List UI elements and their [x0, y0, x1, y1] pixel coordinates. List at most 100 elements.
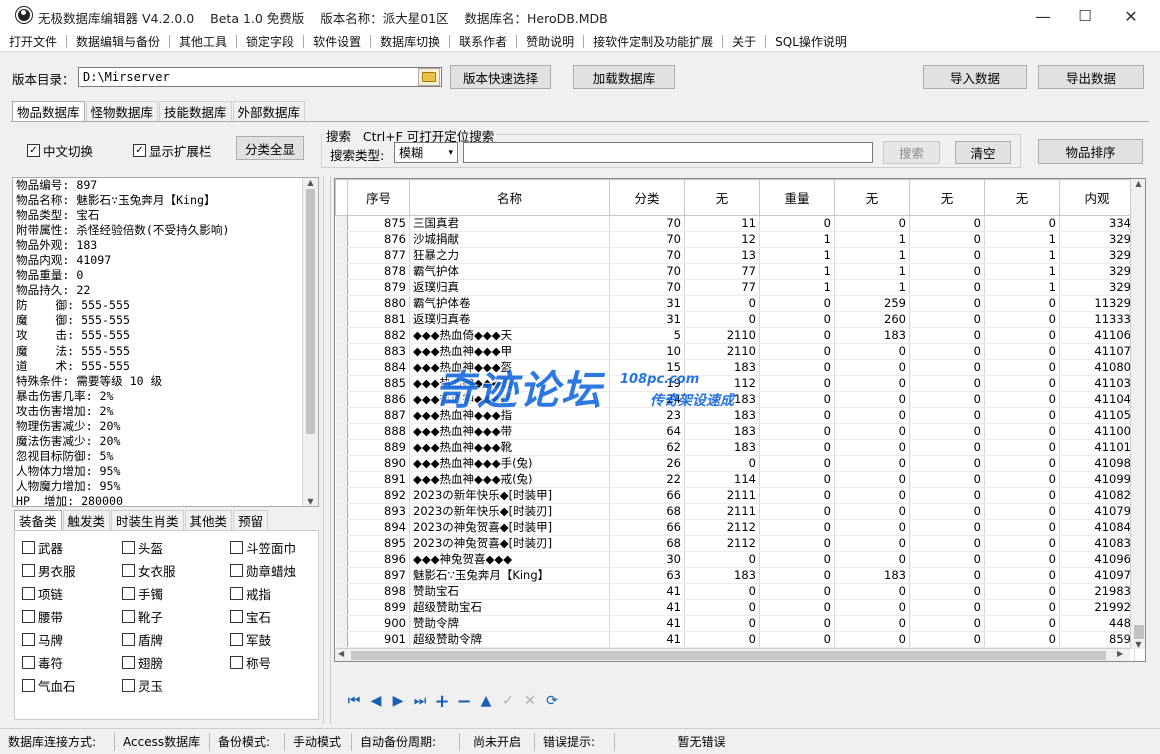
row-indicator[interactable]	[335, 215, 348, 232]
table-row[interactable]: 877 狂暴之力 70 13 1 1 0 1 329	[335, 247, 1135, 264]
table-cell[interactable]: 70	[609, 279, 685, 296]
category-checkbox[interactable]: 戒指	[230, 584, 271, 603]
table-cell[interactable]: 875	[347, 215, 410, 232]
row-indicator[interactable]	[335, 599, 348, 616]
column-header[interactable]: 序号	[347, 179, 410, 216]
category-checkbox[interactable]: 宝石	[230, 607, 271, 626]
table-cell[interactable]: 0	[984, 535, 1060, 552]
table-cell[interactable]: 0	[834, 631, 910, 648]
table-cell[interactable]: 0	[684, 455, 760, 472]
table-cell[interactable]: 0	[984, 311, 1060, 328]
table-cell[interactable]: 41100	[1059, 423, 1135, 440]
table-row[interactable]: 890 ◆◆◆热血神◆◆◆手(兔) 26 0 0 0 0 0 41098	[335, 455, 1135, 472]
table-cell[interactable]: 0	[684, 551, 760, 568]
table-cell[interactable]: 1	[984, 231, 1060, 248]
table-cell[interactable]: 0	[834, 455, 910, 472]
table-cell[interactable]: 0	[759, 295, 835, 312]
table-cell[interactable]: 0	[759, 599, 835, 616]
table-cell[interactable]: 超级赞助令牌	[409, 631, 610, 648]
table-cell[interactable]: 899	[347, 599, 410, 616]
table-row[interactable]: 880 霸气护体卷 31 0 0 259 0 0 11329	[335, 295, 1135, 312]
scroll-up-icon[interactable]: ▲	[303, 178, 318, 187]
table-cell[interactable]: 41097	[1059, 567, 1135, 584]
menu-item-10[interactable]: SQL操作说明	[766, 33, 856, 50]
table-cell[interactable]: 898	[347, 583, 410, 600]
column-header[interactable]: 无	[834, 179, 910, 216]
table-cell[interactable]: 0	[759, 359, 835, 376]
table-cell[interactable]: 0	[834, 551, 910, 568]
table-cell[interactable]: 0	[984, 391, 1060, 408]
table-cell[interactable]: 0	[909, 375, 985, 392]
category-checkbox[interactable]: 盾牌	[122, 630, 163, 649]
table-cell[interactable]: 1	[759, 231, 835, 248]
table-cell[interactable]: 0	[984, 439, 1060, 456]
table-cell[interactable]: 1	[984, 247, 1060, 264]
table-row[interactable]: 899 超级赞助宝石 41 0 0 0 0 0 21992	[335, 599, 1135, 616]
table-cell[interactable]: 0	[759, 567, 835, 584]
table-cell[interactable]: 41080	[1059, 359, 1135, 376]
table-cell[interactable]: 1	[834, 247, 910, 264]
search-button[interactable]: 搜索	[883, 141, 940, 164]
column-header[interactable]: 名称	[409, 179, 610, 216]
table-cell[interactable]: 0	[984, 631, 1060, 648]
table-cell[interactable]: 0	[909, 551, 985, 568]
row-indicator[interactable]	[335, 359, 348, 376]
table-cell[interactable]: 0	[684, 615, 760, 632]
table-cell[interactable]: 41105	[1059, 407, 1135, 424]
table-cell[interactable]: 0	[759, 503, 835, 520]
table-cell[interactable]: 0	[909, 407, 985, 424]
table-cell[interactable]: 0	[909, 311, 985, 328]
table-cell[interactable]: 70	[609, 247, 685, 264]
category-checkbox[interactable]: 灵玉	[122, 676, 163, 695]
table-cell[interactable]: 183	[834, 567, 910, 584]
table-cell[interactable]: 0	[834, 391, 910, 408]
table-cell[interactable]: 21992	[1059, 599, 1135, 616]
category-checkbox[interactable]: 头盔	[122, 538, 163, 557]
table-cell[interactable]: 0	[984, 375, 1060, 392]
menu-item-3[interactable]: 锁定字段	[237, 33, 303, 50]
menu-item-1[interactable]: 数据编辑与备份	[67, 33, 169, 50]
table-cell[interactable]: 894	[347, 519, 410, 536]
table-cell[interactable]: 0	[684, 583, 760, 600]
table-cell[interactable]: 0	[684, 311, 760, 328]
show-all-categories-button[interactable]: 分类全显	[236, 136, 304, 160]
category-checkbox[interactable]: 称号	[230, 653, 271, 672]
scroll-down-icon[interactable]: ▼	[303, 497, 318, 506]
table-cell[interactable]: 0	[909, 583, 985, 600]
category-checkbox[interactable]: 女衣服	[122, 561, 176, 580]
table-cell[interactable]: 885	[347, 375, 410, 392]
table-cell[interactable]: 63	[609, 567, 685, 584]
table-cell[interactable]: 70	[609, 215, 685, 232]
table-cell[interactable]: 0	[984, 359, 1060, 376]
table-cell[interactable]: 狂暴之力	[409, 247, 610, 264]
table-row[interactable]: 878 霸气护体 70 77 1 1 0 1 329	[335, 263, 1135, 280]
table-row[interactable]: 901 超级赞助令牌 41 0 0 0 0 0 859	[335, 631, 1135, 648]
row-indicator[interactable]	[335, 279, 348, 296]
table-cell[interactable]: 21983	[1059, 583, 1135, 600]
prev-icon[interactable]: ◀	[365, 690, 387, 712]
row-indicator[interactable]	[335, 263, 348, 280]
menu-item-9[interactable]: 关于	[723, 33, 765, 50]
column-header[interactable]: 无	[684, 179, 760, 216]
table-cell[interactable]: 0	[684, 631, 760, 648]
category-checkbox[interactable]: 靴子	[122, 607, 163, 626]
table-cell[interactable]: ◆◆◆热血倚◆◆◆天	[409, 327, 610, 344]
table-cell[interactable]: 876	[347, 231, 410, 248]
table-cell[interactable]: 0	[984, 407, 1060, 424]
table-cell[interactable]: 0	[834, 407, 910, 424]
row-indicator[interactable]	[335, 615, 348, 632]
table-cell[interactable]: 0	[759, 311, 835, 328]
grid-hscroll-thumb[interactable]	[351, 651, 1106, 660]
table-cell[interactable]: 41	[609, 615, 685, 632]
table-cell[interactable]: 0	[834, 343, 910, 360]
table-cell[interactable]: 260	[834, 311, 910, 328]
table-cell[interactable]: 0	[759, 551, 835, 568]
table-row[interactable]: 895 2023の神兔贺喜◆[时装刃] 68 2112 0 0 0 0 41083	[335, 535, 1135, 552]
load-db-button[interactable]: 加载数据库	[573, 65, 675, 89]
table-cell[interactable]: 超级赞助宝石	[409, 599, 610, 616]
table-cell[interactable]: 882	[347, 327, 410, 344]
column-header[interactable]: 无	[984, 179, 1060, 216]
table-cell[interactable]: 11	[684, 215, 760, 232]
table-cell[interactable]: 896	[347, 551, 410, 568]
table-cell[interactable]: 881	[347, 311, 410, 328]
